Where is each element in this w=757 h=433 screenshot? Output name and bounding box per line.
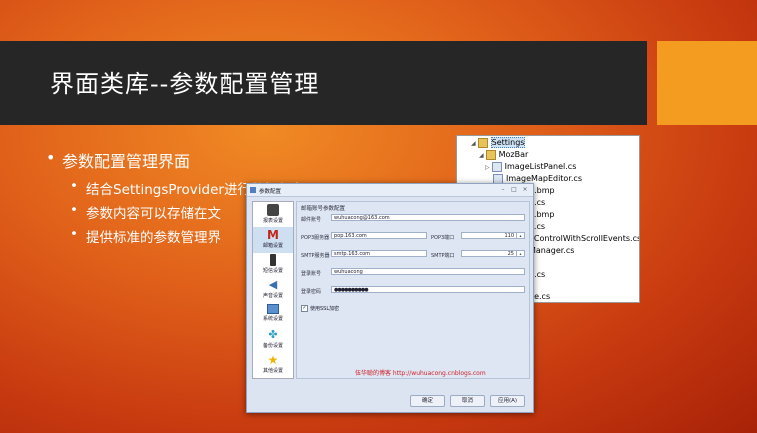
nav-item-sound[interactable]: ◀ 声音设置 <box>253 277 293 303</box>
nav-item-mail[interactable]: M 邮箱设置 <box>253 227 293 253</box>
slide-title: 界面类库--参数配置管理 <box>50 70 320 98</box>
file-icon <box>493 173 503 184</box>
computer-icon <box>267 304 279 314</box>
tree-row-mozbar[interactable]: ◢ MozBar <box>479 149 528 161</box>
pop3-port-label: POP3端口 <box>431 235 455 241</box>
collapse-icon[interactable]: ◢ <box>479 152 484 159</box>
dialog-title: 参数配置 <box>259 189 282 195</box>
pop3-label: POP3服务器 <box>301 235 330 241</box>
spinner-arrows-icon[interactable]: ▴ <box>516 251 524 256</box>
ok-button[interactable]: 确定 <box>410 395 445 407</box>
password-input[interactable]: ●●●●●●●●●● <box>331 286 525 293</box>
pop3-input[interactable]: pop.163.com <box>331 232 427 239</box>
nav-item-backup[interactable]: ✤ 备份设置 <box>253 327 293 353</box>
nav-item-report[interactable]: 报表设置 <box>253 202 293 228</box>
pop3-port-spinner[interactable]: 110 ▴ <box>461 232 525 239</box>
file-icon <box>491 161 502 172</box>
smtp-input[interactable]: smtp.163.com <box>331 250 427 257</box>
app-icon <box>250 187 256 193</box>
password-label: 登录密码 <box>301 289 322 295</box>
dialog-title-bar: 参数配置 – □ × <box>247 184 533 197</box>
accent-box <box>657 41 757 125</box>
collapse-icon[interactable]: ◢ <box>471 140 476 147</box>
nav-item-system[interactable]: 系统设置 <box>253 302 293 328</box>
tree-row[interactable]: Manager.cs <box>529 245 574 257</box>
tree-row[interactable]: ▷ ImageListPanel.cs <box>485 161 576 173</box>
speaker-icon: ◀ <box>268 278 278 291</box>
tree-row-settings[interactable]: ◢ Settings <box>471 137 526 149</box>
star-icon: ★ <box>267 353 279 367</box>
minimize-icon[interactable]: – <box>499 186 507 193</box>
settings-dialog: 参数配置 – □ × 报表设置 M 邮箱设置 短信设置 ◀ 声音设置 系统设置 … <box>246 183 534 413</box>
tree-row[interactable]: eControlWithScrollEvents.cs <box>529 233 639 245</box>
ssl-checkbox[interactable]: ✓ <box>301 305 308 312</box>
smtp-port-label: SMTP端口 <box>431 253 455 259</box>
apply-button[interactable]: 应用(A) <box>490 395 525 407</box>
spinner-arrows-icon[interactable]: ▴ <box>516 233 524 238</box>
mail-icon: M <box>267 228 279 242</box>
puzzle-icon: ✤ <box>268 328 278 341</box>
settings-nav: 报表设置 M 邮箱设置 短信设置 ◀ 声音设置 系统设置 ✤ 备份设置 ★ 其他… <box>252 201 294 379</box>
folder-icon <box>485 149 496 160</box>
account-label: 邮件账号 <box>301 217 322 223</box>
login-label: 登录账号 <box>301 271 322 277</box>
blog-link[interactable]: 伍华聪的博客 http://wuhuacong.cnblogs.com <box>355 368 486 377</box>
maximize-icon[interactable]: □ <box>510 186 518 193</box>
bullet-main: 参数配置管理界面 <box>46 148 305 172</box>
expand-icon[interactable]: ▷ <box>485 164 490 171</box>
mail-settings-panel: 邮箱账号参数配置 邮件账号 wuhuacong@163.com POP3服务器 … <box>296 201 530 379</box>
panel-title: 邮箱账号参数配置 <box>301 206 346 212</box>
login-input[interactable]: wuhuacong <box>331 268 525 275</box>
camera-icon <box>267 204 279 216</box>
account-input[interactable]: wuhuacong@163.com <box>331 214 525 221</box>
smtp-label: SMTP服务器 <box>301 253 330 259</box>
nav-item-sms[interactable]: 短信设置 <box>253 252 293 278</box>
smtp-port-spinner[interactable]: 25 ▴ <box>461 250 525 257</box>
phone-icon <box>270 254 276 266</box>
close-icon[interactable]: × <box>521 186 529 193</box>
cancel-button[interactable]: 取消 <box>450 395 485 407</box>
folder-icon <box>477 137 488 148</box>
ssl-checkbox-row[interactable]: ✓ 使用SSL加密 <box>301 305 339 312</box>
nav-item-other[interactable]: ★ 其他设置 <box>253 352 293 378</box>
